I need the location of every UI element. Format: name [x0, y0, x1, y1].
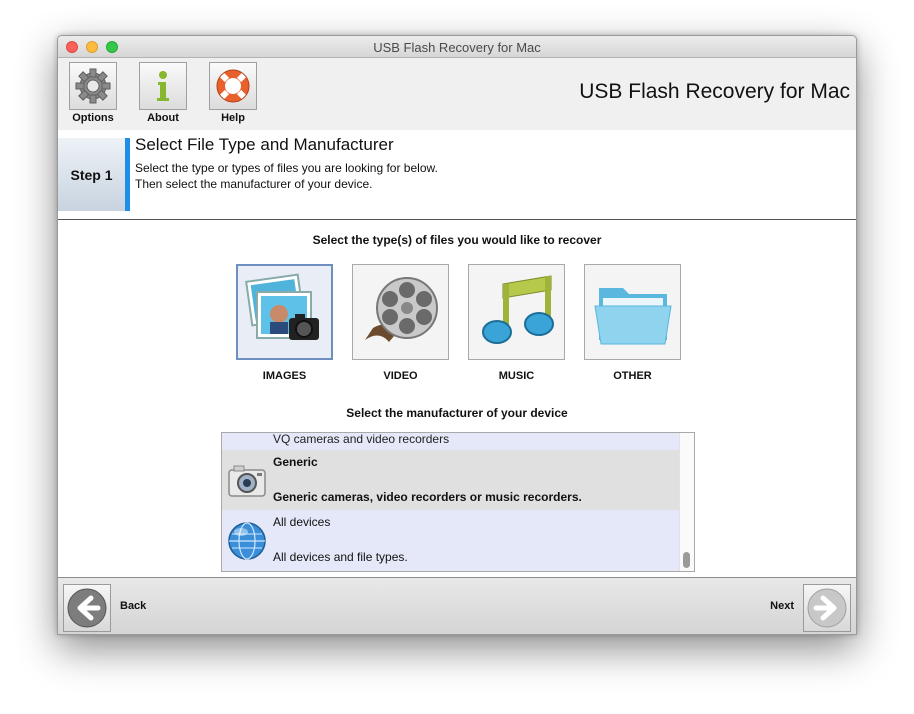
toolbar: Options About Help USB Flash Recovery fo…: [58, 58, 856, 130]
file-type-music[interactable]: MUSIC: [468, 264, 565, 382]
file-type-other-label: OTHER: [613, 370, 652, 382]
help-label: Help: [221, 112, 245, 124]
music-notes-icon: [481, 275, 554, 344]
list-scrollbar[interactable]: [679, 433, 694, 571]
film-reel-icon: [364, 277, 438, 342]
list-item-generic[interactable]: Generic Generic cameras, video recorders…: [222, 450, 680, 510]
options-button[interactable]: Options: [63, 62, 123, 124]
scrollbar-thumb[interactable]: [683, 552, 690, 568]
list-item-description: Generic cameras, video recorders or musi…: [273, 490, 582, 504]
manufacturer-heading: Select the manufacturer of your device: [346, 406, 568, 420]
next-button[interactable]: [803, 584, 851, 632]
step-description-line2: Then select the manufacturer of your dev…: [135, 177, 373, 191]
about-label: About: [147, 112, 179, 124]
step-header: Step 1 Select File Type and Manufacturer…: [58, 130, 856, 211]
arrow-left-icon: [67, 588, 107, 628]
arrow-right-icon: [807, 588, 847, 628]
about-button[interactable]: About: [133, 62, 193, 124]
info-icon: [157, 71, 169, 101]
file-type-images[interactable]: IMAGES: [236, 264, 333, 382]
step-description-line1: Select the type or types of files you ar…: [135, 161, 438, 175]
list-item-description: All devices and file types.: [273, 550, 408, 564]
images-icon: [244, 273, 319, 340]
list-item-text: VQ cameras and video recorders: [273, 432, 450, 446]
title-bar: USB Flash Recovery for Mac: [58, 36, 856, 58]
app-window: USB Flash Recovery for Mac Options About…: [57, 35, 857, 635]
list-item-all-devices[interactable]: All devices All devices and file types.: [222, 510, 680, 571]
list-item-name: All devices: [273, 515, 331, 529]
list-item[interactable]: VQ cameras and video recorders: [222, 433, 680, 450]
folder-icon: [593, 288, 672, 345]
back-label: Back: [120, 600, 147, 612]
file-type-images-label: IMAGES: [262, 370, 307, 382]
file-type-video-label: VIDEO: [383, 370, 418, 382]
manufacturer-list[interactable]: VQ cameras and video recorders Generic G…: [221, 432, 695, 572]
file-type-video[interactable]: VIDEO: [352, 264, 449, 382]
lifebuoy-icon: [216, 69, 250, 103]
file-type-music-label: MUSIC: [498, 370, 535, 382]
window-title: USB Flash Recovery for Mac: [373, 40, 541, 55]
navigation-bar: Back Next: [58, 577, 856, 634]
next-label: Next: [770, 600, 794, 612]
list-item-name: Generic: [273, 455, 318, 469]
back-button[interactable]: [63, 584, 111, 632]
globe-icon: [228, 522, 266, 560]
section-divider: [58, 219, 856, 220]
file-types-heading: Select the type(s) of files you would li…: [312, 233, 602, 247]
step-tab: Step 1: [58, 138, 130, 211]
step-title: Select File Type and Manufacturer: [135, 135, 394, 154]
app-name-heading: USB Flash Recovery for Mac: [579, 80, 850, 103]
help-button[interactable]: Help: [203, 62, 263, 124]
gear-icon: [75, 68, 111, 104]
file-type-other[interactable]: OTHER: [584, 264, 681, 382]
options-label: Options: [72, 112, 114, 124]
camera-icon: [228, 465, 266, 497]
